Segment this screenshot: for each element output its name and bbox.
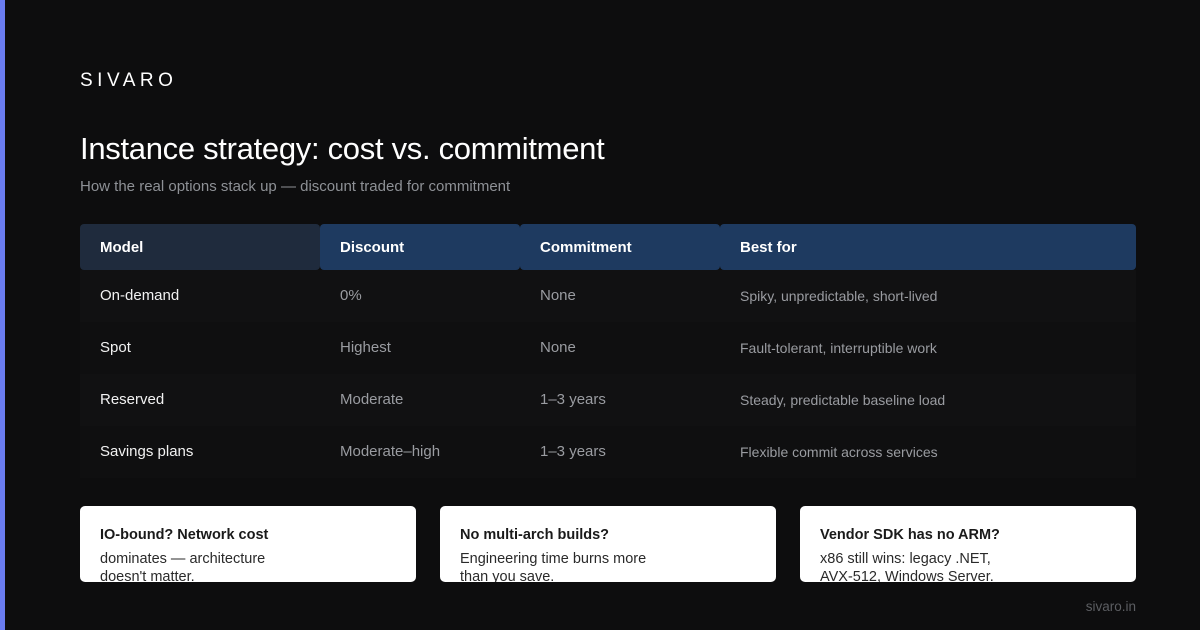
page-title: Instance strategy: cost vs. commitment — [80, 131, 605, 166]
caveat-card-multi-arch: No multi-arch builds? Engineering time b… — [440, 506, 776, 582]
card-title: No multi-arch builds? — [460, 527, 610, 543]
cell-discount: 0% — [340, 287, 362, 304]
footer-url: sivaro.in — [1085, 599, 1136, 614]
caveat-card-vendor-sdk: Vendor SDK has no ARM? x86 still wins: l… — [800, 506, 1136, 582]
cell-model: Spot — [100, 339, 131, 356]
cell-discount: Highest — [340, 339, 391, 356]
caveat-card-io-bound: IO-bound? Network cost dominates — archi… — [80, 506, 416, 582]
table-header-row: Model Discount Commitment Best for — [80, 224, 1136, 270]
cell-discount: Moderate — [340, 391, 404, 408]
cell-model: Savings plans — [100, 443, 194, 460]
card-body: x86 still wins: legacy .NET, AVX-512, Wi… — [820, 551, 994, 582]
brand-logo: SIVARO — [80, 70, 178, 91]
card-body: dominates — architecture doesn't matter. — [100, 551, 266, 582]
cell-model: On-demand — [100, 287, 180, 304]
card-title: IO-bound? Network cost — [100, 527, 269, 543]
cell-commitment: 1–3 years — [540, 443, 606, 460]
cell-best-for: Fault-tolerant, interruptible work — [740, 340, 937, 356]
column-header-best-for: Best for — [720, 224, 1136, 270]
page-subtitle: How the real options stack up — discount… — [80, 178, 511, 195]
column-header-model: Model — [80, 224, 320, 270]
cell-model: Reserved — [100, 391, 165, 408]
cell-discount: Moderate–high — [340, 443, 441, 460]
cell-best-for: Spiky, unpredictable, short-lived — [740, 288, 938, 304]
cell-best-for: Flexible commit across services — [740, 444, 938, 460]
caveat-cards: IO-bound? Network cost dominates — archi… — [80, 506, 1136, 582]
cell-commitment: None — [540, 287, 576, 304]
column-header-commitment: Commitment — [520, 224, 720, 270]
cell-commitment: 1–3 years — [540, 391, 606, 408]
table-row: Spot Highest None Fault-tolerant, interr… — [80, 322, 1136, 374]
table-row: On-demand 0% None Spiky, unpredictable, … — [80, 270, 1136, 322]
cell-best-for: Steady, predictable baseline load — [740, 392, 946, 408]
comparison-table: Model Discount Commitment Best for On-de… — [80, 224, 1136, 478]
cell-commitment: None — [540, 339, 576, 356]
table-row: Savings plans Moderate–high 1–3 years Fl… — [80, 426, 1136, 478]
card-body: Engineering time burns more than you sav… — [460, 551, 647, 582]
table-row: Reserved Moderate 1–3 years Steady, pred… — [80, 374, 1136, 426]
card-title: Vendor SDK has no ARM? — [820, 527, 1000, 543]
accent-bar — [0, 0, 5, 630]
column-header-discount: Discount — [320, 224, 520, 270]
